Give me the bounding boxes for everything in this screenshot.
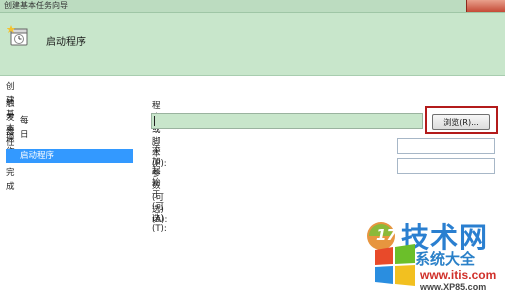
step-start-program[interactable]: 启动程序 — [6, 149, 133, 163]
watermark: 17 技术网 系统大全 www.itis.com www.XP85.com — [365, 220, 505, 295]
step-trigger[interactable]: 触发器 — [6, 97, 15, 137]
browse-button[interactable]: 浏览(R)... — [432, 114, 490, 130]
title-bar: 创建基本任务向导 — [0, 0, 505, 13]
step-finish[interactable]: 完成 — [6, 166, 15, 192]
watermark-number: 17 — [376, 226, 397, 244]
step-action[interactable]: 操作 — [6, 131, 15, 157]
program-input[interactable] — [151, 113, 423, 129]
close-button[interactable] — [466, 0, 505, 12]
text-caret — [154, 116, 155, 126]
watermark-subtitle: 系统大全 — [415, 250, 476, 268]
wizard-header: 启动程序 — [0, 13, 505, 76]
arguments-input[interactable] — [397, 138, 495, 154]
step-daily[interactable]: 每日 — [20, 114, 29, 140]
watermark-url-secondary: www.XP85.com — [420, 282, 487, 292]
window-title: 创建基本任务向导 — [4, 1, 68, 10]
start-in-input[interactable] — [397, 158, 495, 174]
page-title: 启动程序 — [46, 37, 86, 48]
watermark-url-primary: www.itis.com — [420, 268, 497, 282]
windows-flag-icon — [375, 244, 415, 286]
task-scheduler-icon — [7, 25, 28, 46]
start-in-label: 起始于(可选)(T): — [152, 166, 167, 234]
step-create-basic-task[interactable]: 创建基本任务 — [6, 80, 15, 162]
